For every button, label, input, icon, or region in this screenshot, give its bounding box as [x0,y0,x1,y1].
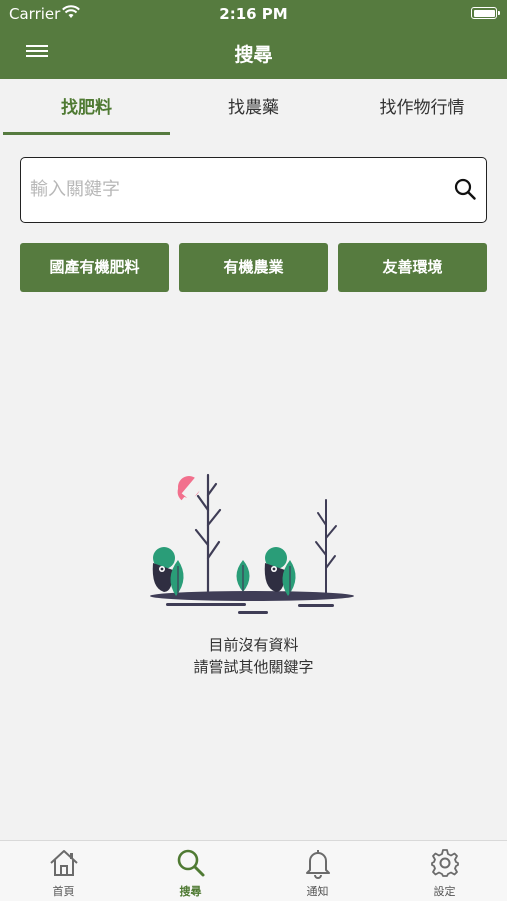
search-icon[interactable] [454,178,476,204]
battery-icon [471,7,500,19]
empty-state-message: 目前沒有資料 請嘗試其他關鍵字 [0,634,507,678]
tab-pesticide[interactable]: 找農藥 [170,79,337,137]
organic-fertilizer-button[interactable]: 國產有機肥料 [20,243,169,292]
tab-fertilizer[interactable]: 找肥料 [3,79,170,137]
empty-state-line-1: 目前沒有資料 [208,636,299,654]
tabbar-settings-label: 設定 [433,885,456,898]
tabbar-home[interactable]: 首頁 [0,841,127,901]
tabbar-notifications[interactable]: 通知 [254,841,381,901]
tab-crop-price[interactable]: 找作物行情 [337,79,507,137]
tabbar-home-label: 首頁 [52,885,75,898]
empty-state-illustration [148,470,358,624]
empty-state-line-2: 請嘗試其他關鍵字 [193,658,314,676]
tabbar-search[interactable]: 搜尋 [127,841,254,901]
search-icon [177,849,205,877]
active-tab-indicator [3,132,170,135]
search-input[interactable] [30,158,430,221]
tabbar-search-label: 搜尋 [179,885,202,898]
clock: 2:16 PM [219,5,288,23]
gear-icon [431,849,459,877]
status-bar: Carrier 2:16 PM [0,0,507,28]
bell-icon [306,850,330,879]
tabbar-notifications-label: 通知 [306,885,329,898]
category-tabs: 找肥料 找農藥 找作物行情 [0,79,507,137]
bottom-tab-bar: 首頁 搜尋 通知 設定 [0,840,507,901]
organic-farming-button[interactable]: 有機農業 [179,243,328,292]
top-bar: Carrier 2:16 PM 搜尋 [0,0,507,79]
page-title: 搜尋 [234,44,273,66]
search-box [20,157,487,223]
tabbar-settings[interactable]: 設定 [381,841,507,901]
home-icon [50,850,78,876]
eco-friendly-button[interactable]: 友善環境 [338,243,487,292]
